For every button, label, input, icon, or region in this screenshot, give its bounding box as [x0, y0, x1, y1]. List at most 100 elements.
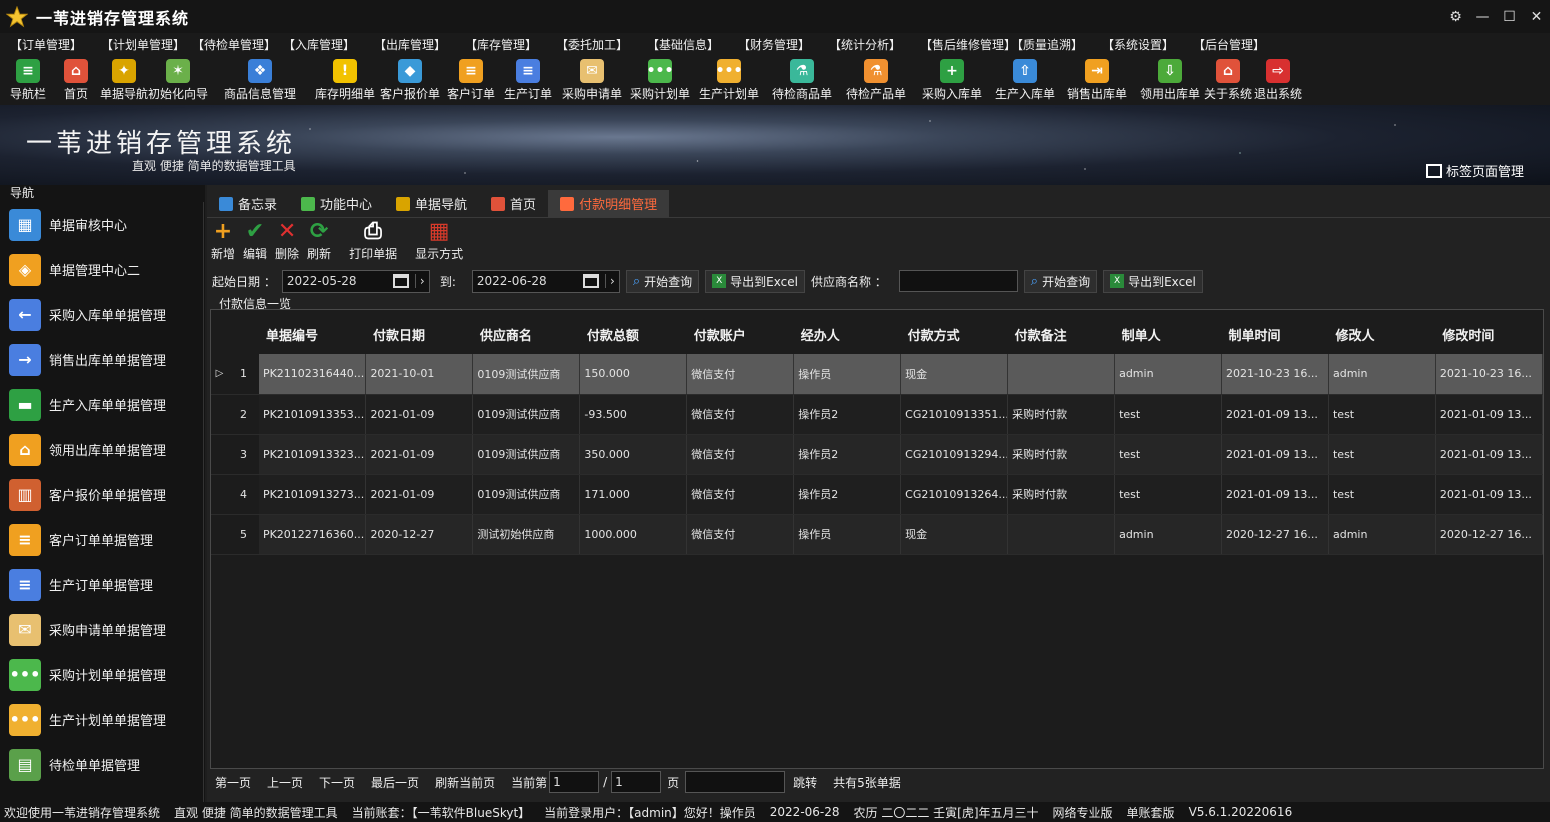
table-cell[interactable]: admin — [1114, 514, 1222, 555]
toolbar-button-10[interactable]: ••• 采购计划单 — [628, 55, 692, 105]
column-header-11[interactable]: 修改时间 — [1435, 314, 1543, 354]
action-button-2[interactable]: ✕ 删除 — [271, 219, 303, 263]
table-cell[interactable]: 操作员2 — [793, 434, 902, 475]
sidebar-item-1[interactable]: ◈ 单据管理中心二 — [0, 247, 203, 292]
table-cell[interactable]: 操作员2 — [793, 394, 902, 435]
table-cell[interactable]: CG21010913264... — [900, 474, 1009, 515]
table-cell[interactable]: 微信支付 — [686, 514, 795, 555]
total-pages-input[interactable]: 1 — [611, 771, 662, 793]
sidebar-item-0[interactable]: ▦ 单据审核中心 — [0, 202, 203, 247]
chevron-right-icon[interactable]: › — [414, 274, 429, 288]
column-header-8[interactable]: 制单人 — [1114, 314, 1222, 354]
toolbar-button-17[interactable]: ⇩ 领用出库单 — [1134, 55, 1206, 105]
table-cell[interactable]: 350.000 — [579, 434, 688, 475]
table-cell[interactable]: 1000.000 — [579, 514, 688, 555]
table-cell[interactable]: CG21010913294... — [900, 434, 1009, 475]
column-header-4[interactable]: 付款账户 — [686, 314, 794, 354]
action-button-4[interactable]: ⎙ 打印单据 — [345, 219, 401, 263]
table-cell[interactable]: 2021-10-01 — [365, 354, 474, 395]
end-date-picker[interactable]: 2022-06-28 › — [471, 269, 620, 293]
table-row[interactable]: ▷ 1 PK21102316440... 2021-10-01 0109测试供应商 150… — [211, 354, 1544, 395]
sidebar-item-9[interactable]: ✉ 采购申请单单据管理 — [0, 607, 203, 652]
table-cell[interactable]: 2021-01-09 — [365, 434, 474, 475]
maximize-button[interactable]: ☐ — [1496, 9, 1523, 25]
table-cell[interactable]: 微信支付 — [686, 394, 795, 435]
toolbar-button-19[interactable]: ⇨ 退出系统 — [1250, 55, 1306, 105]
column-header-6[interactable]: 付款方式 — [900, 314, 1008, 354]
table-cell[interactable]: test — [1114, 394, 1222, 435]
table-cell[interactable]: 2021-01-09 13... — [1435, 394, 1544, 435]
table-cell[interactable]: test — [1114, 474, 1222, 515]
column-header-7[interactable]: 付款备注 — [1007, 314, 1115, 354]
sidebar-item-3[interactable]: → 销售出库单单据管理 — [0, 337, 203, 382]
tab-3[interactable]: 首页 — [479, 190, 548, 217]
table-cell[interactable]: test — [1328, 394, 1436, 435]
menu-item-8[interactable]: 【财务管理】 — [738, 36, 829, 53]
toolbar-button-1[interactable]: ⌂ 首页 — [52, 55, 100, 105]
table-cell[interactable]: 0109测试供应商 — [472, 394, 581, 435]
menu-item-6[interactable]: 【委托加工】 — [556, 36, 647, 53]
menu-item-2[interactable]: 【待检单管理】 — [192, 36, 283, 53]
table-cell[interactable]: 2021-10-23 16... — [1435, 354, 1544, 395]
action-button-5[interactable]: ▦ 显示方式 — [411, 219, 467, 263]
payment-grid[interactable]: 单据编号 付款日期 供应商名 付款总额 付款账户 经办人 付款方式 付款备注 制单人 制单时间 修改… — [210, 309, 1544, 769]
toolbar-button-3[interactable]: ✶ 初始化向导 — [148, 55, 208, 105]
table-cell[interactable]: PK20122716360... — [258, 514, 367, 555]
table-cell[interactable] — [1007, 514, 1116, 555]
table-cell[interactable]: PK21010913323... — [258, 434, 367, 475]
toolbar-button-15[interactable]: ⇧ 生产入库单 — [990, 55, 1060, 105]
menu-item-3[interactable]: 【入库管理】 — [283, 36, 374, 53]
table-cell[interactable]: 2021-01-09 13... — [1221, 394, 1329, 435]
tab-4[interactable]: 付款明细管理 — [548, 190, 670, 217]
sidebar-item-6[interactable]: ▥ 客户报价单单据管理 — [0, 472, 203, 517]
column-header-3[interactable]: 付款总额 — [579, 314, 687, 354]
menu-item-12[interactable]: 【系统设置】 — [1102, 36, 1193, 53]
sidebar-item-7[interactable]: ≡ 客户订单单据管理 — [0, 517, 203, 562]
jump-page-input[interactable] — [685, 771, 786, 793]
tab-1[interactable]: 功能中心 — [289, 190, 384, 217]
table-row[interactable]: 2 PK21010913353... 2021-01-09 0109测试供应商 -93.… — [211, 394, 1544, 435]
table-cell[interactable]: 171.000 — [579, 474, 688, 515]
table-cell[interactable]: 0109测试供应商 — [472, 474, 581, 515]
export-excel-button[interactable]: X 导出到Excel — [705, 269, 805, 293]
end-date-value[interactable]: 2022-06-28 — [473, 274, 583, 288]
close-button[interactable]: ✕ — [1523, 9, 1550, 25]
toolbar-button-2[interactable]: ✦ 单据导航 — [100, 55, 148, 105]
current-page-input[interactable]: 1 — [549, 771, 600, 793]
settings-icon[interactable]: ⚙ — [1442, 9, 1469, 25]
table-cell[interactable]: test — [1328, 434, 1436, 475]
column-header-10[interactable]: 修改人 — [1328, 314, 1436, 354]
table-cell[interactable]: 2020-12-27 16... — [1435, 514, 1544, 555]
toolbar-button-7[interactable]: ≡ 客户订单 — [442, 55, 500, 105]
toolbar-button-8[interactable]: ≡ 生产订单 — [500, 55, 556, 105]
table-cell[interactable]: 操作员 — [793, 514, 902, 555]
calendar-icon[interactable] — [582, 274, 599, 288]
table-cell[interactable]: 操作员 — [793, 354, 902, 395]
table-cell[interactable]: 0109测试供应商 — [472, 354, 581, 395]
column-header-5[interactable]: 经办人 — [793, 314, 901, 354]
first-page-link[interactable]: 第一页 — [215, 774, 251, 791]
action-button-3[interactable]: ⟳ 刷新 — [303, 219, 335, 263]
table-cell[interactable]: 2021-01-09 — [365, 394, 474, 435]
column-header-0[interactable]: 单据编号 — [258, 314, 366, 354]
table-cell[interactable]: 2021-10-23 16... — [1221, 354, 1329, 395]
toolbar-button-13[interactable]: ⚗ 待检产品单 — [838, 55, 914, 105]
table-cell[interactable]: 0109测试供应商 — [472, 434, 581, 475]
toolbar-button-0[interactable]: ≡ 导航栏 — [4, 55, 52, 105]
table-cell[interactable]: admin — [1328, 514, 1436, 555]
table-cell[interactable]: 操作员2 — [793, 474, 902, 515]
table-cell[interactable]: admin — [1114, 354, 1222, 395]
toolbar-button-14[interactable]: + 采购入库单 — [914, 55, 990, 105]
menu-item-5[interactable]: 【库存管理】 — [465, 36, 556, 53]
last-page-link[interactable]: 最后一页 — [371, 774, 419, 791]
table-cell[interactable]: -93.500 — [579, 394, 688, 435]
refresh-page-link[interactable]: 刷新当前页 — [435, 774, 495, 791]
jump-button[interactable]: 跳转 — [793, 774, 817, 791]
table-cell[interactable]: PK21102316440... — [258, 354, 367, 395]
table-cell[interactable]: test — [1328, 474, 1436, 515]
table-cell[interactable]: 测试初始供应商 — [472, 514, 581, 555]
table-cell[interactable]: 微信支付 — [686, 434, 795, 475]
column-header-1[interactable]: 付款日期 — [365, 314, 473, 354]
action-button-0[interactable]: + 新增 — [207, 219, 239, 263]
table-cell[interactable]: 2021-01-09 13... — [1435, 474, 1544, 515]
